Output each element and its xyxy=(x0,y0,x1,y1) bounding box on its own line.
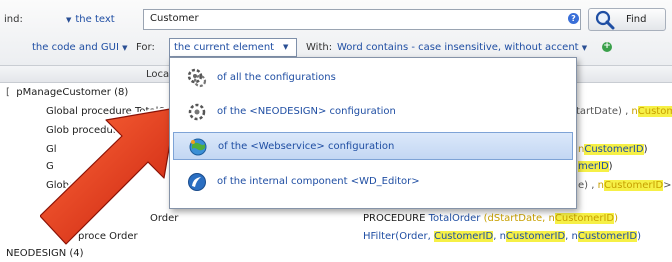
for-label: For: xyxy=(136,42,155,53)
result-code: PROCEDURE TotalOrder (dStartDate, nCusto… xyxy=(363,213,619,224)
find-label: ind: xyxy=(4,14,23,25)
chevron-down-icon: ▼ xyxy=(66,16,72,24)
result-group-label: pManageCustomer (8) xyxy=(16,87,129,98)
filter-row: the code and GUI ▼ For: the current elem… xyxy=(0,38,672,58)
red-arrow-pointer xyxy=(40,106,179,247)
internal-component-icon xyxy=(188,173,206,191)
with-dropdown[interactable]: Word contains - case insensitive, withou… xyxy=(337,42,591,53)
location-column-header: Loca xyxy=(146,69,170,80)
chevron-down-icon: ▼ xyxy=(122,44,128,52)
menu-item-webservice-configuration[interactable]: of the <Webservice> configuration xyxy=(173,132,573,160)
tree-toggle: [ pManageCustomer (8) xyxy=(6,87,128,98)
collapse-icon[interactable]: [ xyxy=(6,87,10,98)
chevron-down-icon: ▼ xyxy=(581,44,588,52)
chevron-down-icon: ▼ xyxy=(283,43,289,51)
menu-item-neodesign-configuration[interactable]: of the <NEODESIGN> configuration xyxy=(173,98,573,126)
result-code: HFilter(Order, CustomerID, nCustomerID, … xyxy=(363,231,641,242)
find-button-label: Find xyxy=(626,14,647,25)
result-code: nCustomerID) xyxy=(578,144,648,155)
menu-item-all-configurations[interactable]: of all the configurations xyxy=(173,64,573,92)
find-button[interactable]: Find xyxy=(588,8,666,31)
help-icon[interactable]: ? xyxy=(568,13,579,24)
for-dropdown[interactable]: the current element ▼ xyxy=(169,38,297,57)
search-input[interactable]: Customer xyxy=(143,9,581,30)
search-mode-dropdown[interactable]: ▼ the text xyxy=(66,14,115,25)
add-icon[interactable]: + xyxy=(602,42,612,52)
with-label: With: xyxy=(306,42,333,53)
result-code: tartDate) , nCustome xyxy=(576,106,672,117)
result-code: e) , nCustomerID> xyxy=(578,180,672,191)
configuration-icon xyxy=(188,103,206,121)
search-icon xyxy=(595,10,615,30)
result-code: merID) xyxy=(578,161,613,172)
search-row: ind: ▼ the text Customer ? Find xyxy=(0,8,672,32)
scope-dropdown[interactable]: the code and GUI ▼ xyxy=(32,42,131,53)
menu-item-internal-component[interactable]: of the internal component <WD_Editor> xyxy=(173,168,573,196)
all-configurations-icon xyxy=(187,68,207,88)
webservice-icon xyxy=(189,138,207,156)
scope-dropdown-menu: of all the configurations of the <NEODES… xyxy=(169,57,577,209)
